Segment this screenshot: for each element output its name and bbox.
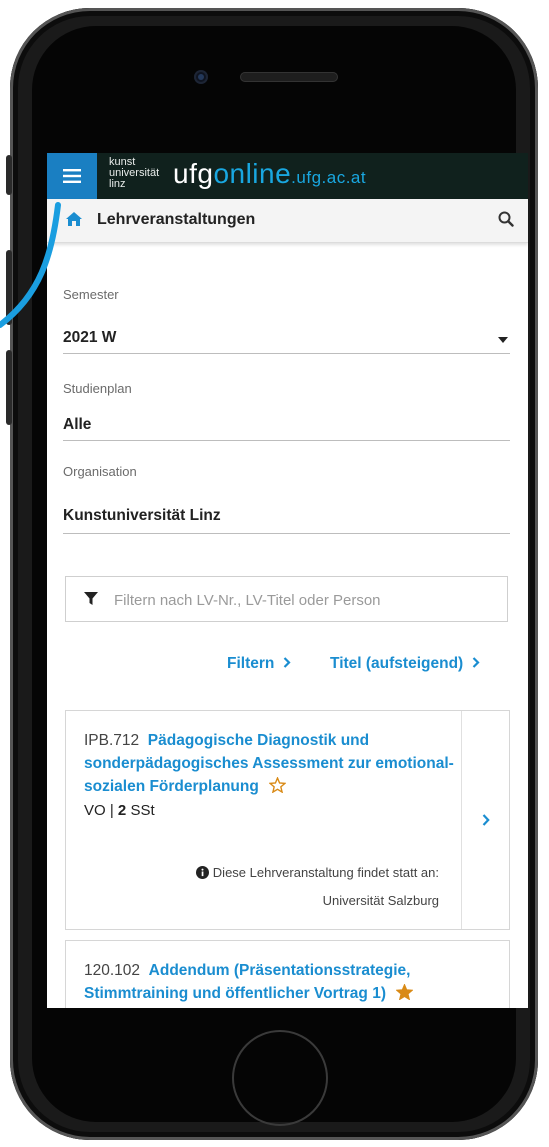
ufgonline-logo[interactable]: ufgonline.ufg.ac.at — [173, 157, 366, 195]
semester-label: Semester — [63, 287, 119, 302]
organisation-label: Organisation — [63, 464, 137, 479]
course-number: IPB.712 — [84, 732, 140, 749]
search-filter-box — [65, 576, 508, 622]
sort-link-label: Titel (aufsteigend) — [330, 655, 464, 672]
page-header: Lehrveranstaltungen — [47, 199, 528, 243]
course-location-label: Diese Lehrveranstaltung findet statt an: — [212, 865, 439, 880]
course-type: VO — [84, 802, 106, 819]
university-logo-text: kunst universität linz — [109, 157, 159, 190]
chevron-down-icon[interactable] — [498, 337, 508, 343]
star-outline-icon[interactable] — [268, 776, 287, 800]
star-filled-icon[interactable] — [395, 983, 414, 1007]
logo-online: online — [213, 158, 292, 189]
menu-button[interactable] — [47, 153, 97, 199]
logo-line-3: linz — [109, 178, 126, 190]
studienplan-underline — [63, 440, 510, 441]
chevron-right-icon — [283, 655, 291, 672]
search-input[interactable] — [112, 587, 496, 613]
course-meta: VO | 2 SSt — [84, 802, 155, 819]
course-heading: IPB.712 Pädagogische Diagnostik und sond… — [84, 729, 461, 800]
earpiece-speaker — [240, 72, 338, 82]
chevron-right-icon — [472, 655, 480, 672]
semester-underline — [63, 353, 510, 354]
filter-icon — [84, 592, 98, 611]
logo-ufg: ufg — [173, 158, 214, 189]
sort-link[interactable]: Titel (aufsteigend) — [330, 655, 480, 673]
course-hours-unit: SSt — [130, 802, 155, 819]
front-camera — [194, 70, 208, 84]
semester-select[interactable]: 2021 W — [63, 329, 116, 347]
hamburger-icon — [63, 169, 81, 183]
course-content: IPB.712 Pädagogische Diagnostik und sond… — [66, 711, 461, 819]
search-icon[interactable] — [498, 211, 514, 232]
info-circle-icon — [195, 866, 209, 882]
volume-down-button — [6, 350, 12, 425]
organisation-select[interactable]: Kunstuniversität Linz — [63, 507, 221, 525]
filter-link-label: Filtern — [227, 655, 275, 672]
course-location-note: Diese Lehrveranstaltung findet statt an: — [195, 865, 439, 882]
course-location-place: Universität Salzburg — [322, 893, 439, 908]
organisation-underline — [63, 533, 510, 534]
top-bar: kunst universität linz ufgonline.ufg.ac.… — [47, 153, 528, 199]
home-icon[interactable] — [65, 211, 83, 232]
mute-switch — [6, 155, 12, 195]
studienplan-label: Studienplan — [63, 381, 132, 396]
open-course-button[interactable] — [461, 711, 511, 929]
course-number: 120.102 — [84, 962, 141, 979]
filter-link[interactable]: Filtern — [227, 655, 291, 673]
course-card[interactable]: 120.102 Addendum (Präsentationsstrategie… — [65, 940, 510, 1008]
course-card[interactable]: IPB.712 Pädagogische Diagnostik und sond… — [65, 710, 510, 930]
volume-up-button — [6, 250, 12, 325]
chevron-right-icon — [482, 814, 490, 826]
app-screen: kunst universität linz ufgonline.ufg.ac.… — [47, 153, 528, 1008]
home-button[interactable] — [232, 1030, 328, 1126]
studienplan-select[interactable]: Alle — [63, 416, 91, 434]
page-title: Lehrveranstaltungen — [97, 211, 256, 228]
course-content: 120.102 Addendum (Präsentationsstrategie… — [66, 941, 511, 1007]
course-heading: 120.102 Addendum (Präsentationsstrategie… — [84, 959, 511, 1007]
logo-domain: .ufg.ac.at — [291, 168, 367, 187]
course-hours: 2 — [117, 802, 127, 819]
